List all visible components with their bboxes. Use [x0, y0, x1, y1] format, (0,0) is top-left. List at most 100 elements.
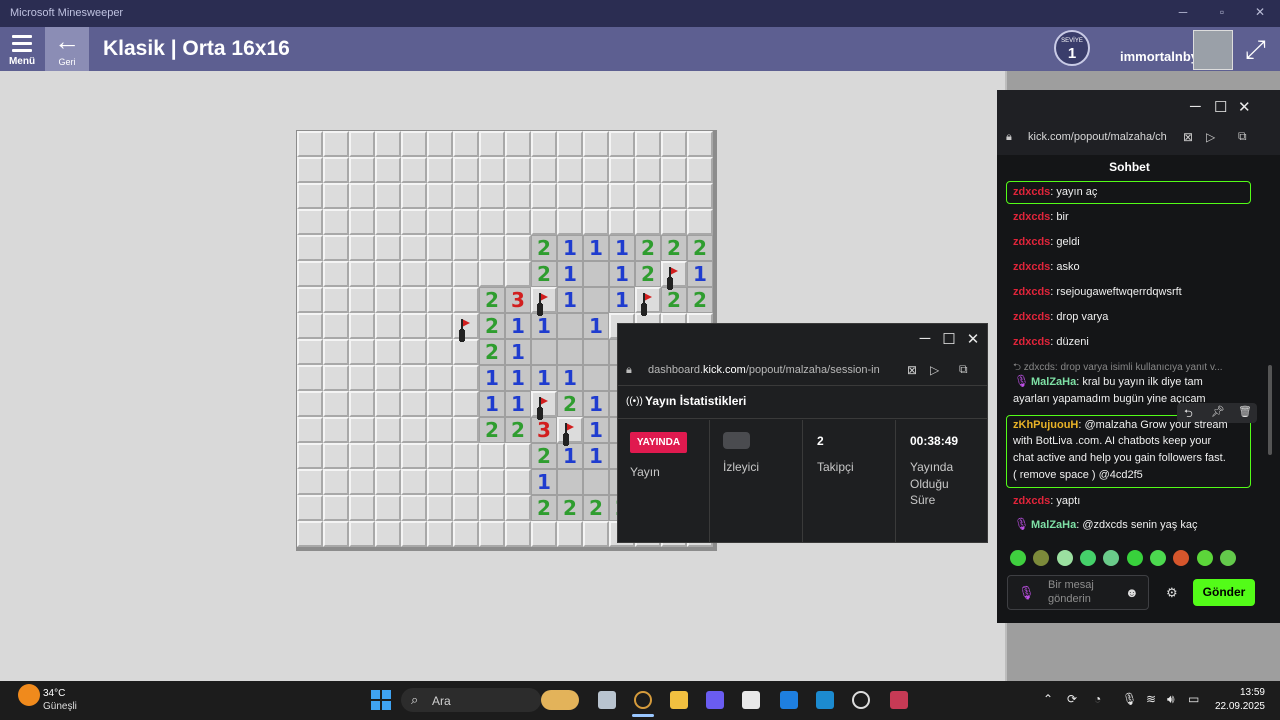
unrevealed-cell[interactable]: [453, 261, 479, 287]
unrevealed-cell[interactable]: [375, 261, 401, 287]
revealed-number-cell[interactable]: 3: [531, 417, 557, 443]
unrevealed-cell[interactable]: [297, 339, 323, 365]
unrevealed-cell[interactable]: [349, 235, 375, 261]
unrevealed-cell[interactable]: [479, 521, 505, 547]
revealed-empty-cell[interactable]: [557, 469, 583, 495]
close-icon[interactable]: ✕: [962, 330, 984, 348]
flagged-cell[interactable]: [531, 391, 557, 417]
revealed-number-cell[interactable]: 2: [479, 313, 505, 339]
expand-icon[interactable]: ⤢: [1245, 34, 1266, 66]
unrevealed-cell[interactable]: [297, 235, 323, 261]
unrevealed-cell[interactable]: [427, 391, 453, 417]
unrevealed-cell[interactable]: [531, 209, 557, 235]
maximize-icon[interactable]: ☐: [1214, 98, 1227, 116]
unrevealed-cell[interactable]: [453, 209, 479, 235]
unrevealed-cell[interactable]: [479, 495, 505, 521]
unrevealed-cell[interactable]: [427, 339, 453, 365]
unrevealed-cell[interactable]: [427, 365, 453, 391]
play-icon[interactable]: ▷: [1206, 130, 1215, 144]
unrevealed-cell[interactable]: [609, 209, 635, 235]
unrevealed-cell[interactable]: [297, 391, 323, 417]
unrevealed-cell[interactable]: [323, 131, 349, 157]
avatar[interactable]: [1193, 30, 1233, 70]
revealed-number-cell[interactable]: 1: [479, 365, 505, 391]
trash-icon[interactable]: 🗑︎: [1238, 405, 1252, 418]
unrevealed-cell[interactable]: [323, 495, 349, 521]
unrevealed-cell[interactable]: [609, 183, 635, 209]
flagged-cell[interactable]: [453, 313, 479, 339]
clock-date[interactable]: 22.09.2025: [1208, 701, 1265, 712]
unrevealed-cell[interactable]: [427, 261, 453, 287]
revealed-number-cell[interactable]: 1: [557, 443, 583, 469]
unrevealed-cell[interactable]: [453, 287, 479, 313]
unrevealed-cell[interactable]: [427, 131, 453, 157]
revealed-number-cell[interactable]: 2: [531, 261, 557, 287]
send-button[interactable]: Gönder: [1193, 579, 1255, 606]
unrevealed-cell[interactable]: [297, 287, 323, 313]
unrevealed-cell[interactable]: [349, 157, 375, 183]
revealed-number-cell[interactable]: 2: [635, 261, 661, 287]
unrevealed-cell[interactable]: [427, 157, 453, 183]
unrevealed-cell[interactable]: [531, 183, 557, 209]
revealed-empty-cell[interactable]: [583, 261, 609, 287]
unrevealed-cell[interactable]: [687, 209, 713, 235]
unrevealed-cell[interactable]: [427, 521, 453, 547]
unrevealed-cell[interactable]: [297, 209, 323, 235]
stats-url[interactable]: dashboard.kick.com/popout/malzaha/sessio…: [648, 364, 880, 376]
revealed-number-cell[interactable]: 2: [479, 287, 505, 313]
unrevealed-cell[interactable]: [661, 209, 687, 235]
revealed-number-cell[interactable]: 2: [687, 287, 713, 313]
unrevealed-cell[interactable]: [375, 313, 401, 339]
unrevealed-cell[interactable]: [583, 521, 609, 547]
unrevealed-cell[interactable]: [323, 339, 349, 365]
unrevealed-cell[interactable]: [453, 391, 479, 417]
unrevealed-cell[interactable]: [479, 131, 505, 157]
close-icon[interactable]: ✕: [1238, 98, 1251, 116]
microphone-icon[interactable]: 🎙︎: [1122, 692, 1137, 706]
chat-scrollbar[interactable]: [1268, 365, 1272, 455]
extension-icon[interactable]: ⧉: [959, 362, 968, 377]
unrevealed-cell[interactable]: [349, 417, 375, 443]
unrevealed-cell[interactable]: [297, 495, 323, 521]
chat-message[interactable]: zdxcds: drop varya: [1013, 309, 1253, 334]
app-icon[interactable]: [816, 691, 834, 709]
unrevealed-cell[interactable]: [479, 183, 505, 209]
unrevealed-cell[interactable]: [453, 183, 479, 209]
revealed-empty-cell[interactable]: [583, 339, 609, 365]
revealed-number-cell[interactable]: 1: [609, 261, 635, 287]
unrevealed-cell[interactable]: [427, 443, 453, 469]
revealed-empty-cell[interactable]: [531, 339, 557, 365]
unrevealed-cell[interactable]: [505, 235, 531, 261]
unrevealed-cell[interactable]: [661, 157, 687, 183]
unrevealed-cell[interactable]: [401, 131, 427, 157]
unrevealed-cell[interactable]: [687, 157, 713, 183]
emote-icon[interactable]: [1220, 550, 1236, 566]
unrevealed-cell[interactable]: [375, 287, 401, 313]
unrevealed-cell[interactable]: [401, 261, 427, 287]
chat-message[interactable]: MalZaHa: @zdxcds senin yaş kaç: [1031, 517, 1197, 533]
emote-icon[interactable]: [1080, 550, 1096, 566]
unrevealed-cell[interactable]: [297, 521, 323, 547]
unrevealed-cell[interactable]: [557, 157, 583, 183]
revealed-number-cell[interactable]: 2: [583, 495, 609, 521]
chat-message[interactable]: MalZaHa: kral bu yayın ilk diye tam: [1031, 374, 1203, 390]
unrevealed-cell[interactable]: [375, 469, 401, 495]
unrevealed-cell[interactable]: [687, 183, 713, 209]
unrevealed-cell[interactable]: [479, 209, 505, 235]
weather-temperature[interactable]: 34°C: [43, 688, 65, 699]
unrevealed-cell[interactable]: [401, 443, 427, 469]
chat-url[interactable]: kick.com/popout/malzaha/ch: [1028, 131, 1167, 143]
chat-message[interactable]: zdxcds: düzeni: [1013, 334, 1253, 359]
unrevealed-cell[interactable]: [661, 131, 687, 157]
unrevealed-cell[interactable]: [349, 443, 375, 469]
speaker-icon[interactable]: 🔊︎: [1167, 692, 1175, 707]
unrevealed-cell[interactable]: [453, 495, 479, 521]
revealed-number-cell[interactable]: 1: [505, 313, 531, 339]
unrevealed-cell[interactable]: [583, 131, 609, 157]
extension-icon[interactable]: ⧉: [1238, 129, 1247, 144]
unrevealed-cell[interactable]: [375, 521, 401, 547]
chat-message[interactable]: zdxcds: asko: [1013, 259, 1253, 284]
unrevealed-cell[interactable]: [427, 417, 453, 443]
unrevealed-cell[interactable]: [323, 417, 349, 443]
unrevealed-cell[interactable]: [297, 469, 323, 495]
